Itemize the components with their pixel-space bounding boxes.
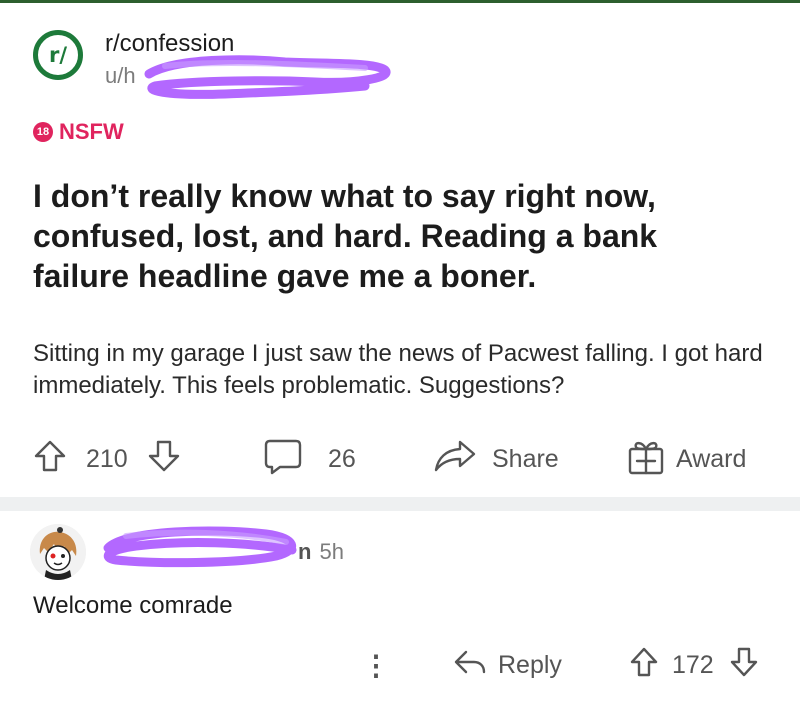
upvote-group: 210 xyxy=(30,435,184,483)
post-body: Sitting in my garage I just saw the news… xyxy=(33,340,763,399)
nsfw-18-icon: 18 xyxy=(33,122,53,142)
upvote-icon[interactable] xyxy=(30,436,70,483)
comment-age: 5h xyxy=(319,539,344,564)
author-fragment: h xyxy=(123,63,136,88)
comment-upvote-count: 172 xyxy=(672,650,714,679)
reply-icon xyxy=(452,644,488,687)
award-label: Award xyxy=(676,444,747,473)
gift-icon xyxy=(626,436,666,483)
redaction-scribble-comment xyxy=(103,526,297,568)
share-button[interactable]: Share xyxy=(432,435,559,483)
downvote-icon[interactable] xyxy=(726,644,762,687)
nsfw-label: NSFW xyxy=(59,119,124,144)
comment-vote-group: 172 xyxy=(626,640,762,690)
section-divider xyxy=(0,497,800,511)
upvote-count: 210 xyxy=(86,444,128,473)
upvote-icon[interactable] xyxy=(626,644,662,687)
reply-button[interactable]: Reply xyxy=(452,640,562,690)
comment-action-bar: ⋮ Reply 172 xyxy=(0,640,800,690)
comment-body: Welcome comrade xyxy=(33,592,233,619)
post-title[interactable]: I don’t really know what to say right no… xyxy=(33,176,753,296)
comment-icon xyxy=(262,435,304,484)
share-label: Share xyxy=(492,444,559,473)
user-prefix: u/ xyxy=(105,63,124,88)
comments-button[interactable]: 26 xyxy=(262,435,356,483)
top-border xyxy=(0,0,800,3)
commenter-avatar[interactable] xyxy=(30,524,86,580)
share-icon xyxy=(432,436,478,483)
redaction-scribble xyxy=(144,55,391,99)
downvote-icon[interactable] xyxy=(144,436,184,483)
nsfw-tag: 18 NSFW xyxy=(33,119,124,145)
post-action-bar: 210 26 Share Award xyxy=(30,435,770,483)
reply-label: Reply xyxy=(498,650,562,679)
subreddit-avatar[interactable]: r/ xyxy=(33,30,83,80)
comment-count: 26 xyxy=(328,444,356,473)
award-button[interactable]: Award xyxy=(626,435,746,483)
more-options-icon[interactable]: ⋮ xyxy=(362,640,390,690)
